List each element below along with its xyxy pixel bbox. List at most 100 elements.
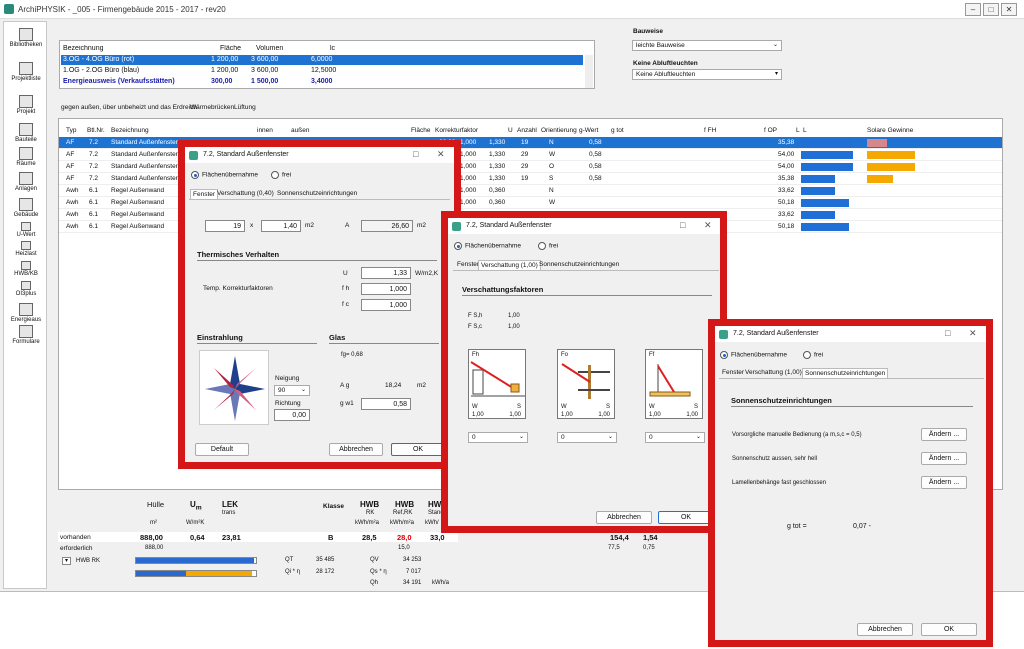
fh-input[interactable]: 1,000: [361, 283, 411, 295]
change-button[interactable]: Ändern ...: [921, 452, 967, 465]
grid-cell-anz: 29: [521, 151, 529, 158]
bauweise-select[interactable]: leichte Bauweise ⌄: [632, 40, 782, 51]
tab-waermebruecken[interactable]: Wärmebrücken: [190, 104, 234, 111]
tab-verschattung[interactable]: Verschattung (0,40): [215, 189, 276, 198]
fo-select[interactable]: 0 ⌄: [557, 432, 617, 443]
einstrahlung-title: Einstrahlung: [197, 333, 243, 342]
zones-scrollbar[interactable]: [585, 55, 593, 88]
chevron-down-icon: ⌄: [695, 434, 701, 440]
solar-gain-bar: [867, 163, 915, 171]
sidebar-item-raeume[interactable]: Räume: [4, 147, 48, 167]
sidebar-item-oi3plus[interactable]: OI3plus: [4, 281, 48, 297]
grid-cell-u: 0,360: [489, 187, 506, 194]
neigung-select[interactable]: 90 ⌄: [274, 385, 310, 396]
close-icon[interactable]: ✕: [704, 220, 712, 231]
change-button[interactable]: Ändern ...: [921, 476, 967, 489]
fo-select-value: 0: [561, 434, 565, 441]
radio-frei[interactable]: frei: [271, 171, 291, 179]
radio-frei[interactable]: frei: [538, 242, 558, 250]
tab-sonnenschutz[interactable]: Sonnenschutzeinrichtungen: [275, 189, 359, 198]
grid-cell-g: 0,58: [589, 151, 602, 158]
default-button[interactable]: Default: [195, 443, 249, 456]
abluft-select[interactable]: Keine Abluftleuchten ▾: [632, 69, 782, 80]
sidebar-item-formulare[interactable]: Formulare: [4, 325, 48, 345]
zones-row[interactable]: Energieausweis (Verkaufsstätten) 300,00 …: [61, 77, 583, 87]
grid-header-ffh: f FH: [704, 127, 717, 134]
tab-sonnenschutz[interactable]: Sonnenschutzeinrichtungen: [537, 260, 621, 269]
maximize-icon[interactable]: □: [680, 220, 685, 230]
sidebar-item-anlagen[interactable]: Anlagen: [4, 172, 48, 192]
qh-label: Qh: [370, 580, 379, 586]
width-input[interactable]: 19: [205, 220, 245, 232]
summary-um: Um: [190, 500, 202, 512]
sidebar-item-energieausweis[interactable]: Energieaus: [4, 303, 48, 323]
loss-bar: [801, 187, 835, 195]
grid-cell-typ: AF: [66, 175, 75, 182]
maximize-button[interactable]: □: [983, 3, 999, 16]
fh-label: f h: [342, 285, 350, 292]
cancel-button[interactable]: Abbrechen: [857, 623, 913, 636]
tab-aussen[interactable]: gegen außen, über unbeheizt und das Erdr…: [61, 104, 197, 111]
minimize-button[interactable]: –: [965, 3, 981, 16]
zones-row[interactable]: 3.OG - 4.OG Büro (rot) 1 200,00 3 600,00…: [61, 55, 583, 65]
grid-cell-anz: 19: [521, 175, 529, 182]
fh-select[interactable]: 0 ⌄: [468, 432, 528, 443]
change-button[interactable]: Ändern ...: [921, 428, 967, 441]
tab-lueftung[interactable]: Lüftung: [234, 104, 256, 111]
dialog-sonnenschutz: 7.2, Standard Außenfenster □ ✕ Flächenüb…: [708, 319, 993, 647]
tab-verschattung[interactable]: Verschattung (1,00): [743, 368, 804, 377]
window-icon: [189, 151, 198, 160]
sidebar-item-gebaeude[interactable]: Gebäude: [4, 198, 48, 218]
grid-cell-g: 0,58: [589, 163, 602, 170]
hwb-rk-bar: [135, 557, 257, 564]
radio-frei[interactable]: frei: [803, 351, 823, 359]
ok-button[interactable]: OK: [391, 443, 445, 456]
sidebar-item-bibliotheken[interactable]: Bibliotheken: [4, 28, 48, 48]
sidebar-item-projekt[interactable]: Projekt: [4, 95, 48, 115]
close-icon[interactable]: ✕: [437, 149, 445, 160]
sidebar-item-uwert[interactable]: U-Wert: [4, 222, 48, 238]
zone-area: 1 200,00: [211, 67, 239, 74]
tab-sonnenschutz[interactable]: Sonnenschutzeinrichtungen: [802, 368, 889, 378]
radio-flaechenuebernahme[interactable]: Flächenübernahme: [454, 242, 521, 250]
sidebar-item-projektliste[interactable]: Projektliste: [4, 62, 48, 82]
radio-flaechenuebernahme[interactable]: Flächenübernahme: [720, 351, 787, 359]
cancel-button[interactable]: Abbrechen: [596, 511, 652, 524]
tab-verschattung[interactable]: Verschattung (1,00): [478, 260, 541, 270]
fc-input[interactable]: 1,000: [361, 299, 411, 311]
maximize-icon[interactable]: □: [413, 149, 418, 159]
radio-flaechenuebernahme[interactable]: Flächenübernahme: [191, 171, 258, 179]
fig-label: Fo: [561, 352, 569, 358]
fig-wv: 1,00: [649, 412, 661, 418]
verschattung-title: Verschattungsfaktoren: [462, 285, 544, 294]
fig-w: W: [561, 404, 567, 410]
grid-header-fop: f OP: [764, 127, 778, 134]
fc-label: f c: [342, 301, 349, 308]
sidebar-item-hwbkb[interactable]: HWB/KB: [4, 261, 48, 277]
close-button[interactable]: ✕: [1001, 3, 1017, 16]
height-input[interactable]: 1,40: [261, 220, 301, 232]
zones-row[interactable]: 1.OG - 2.OG Büro (blau) 1 200,00 3 600,0…: [61, 66, 583, 76]
sidebar-item-bauteile[interactable]: Bauteile: [4, 123, 48, 143]
ff-figure: Ff W S 1,00 1,00: [645, 349, 703, 419]
ff-select[interactable]: 0 ⌄: [645, 432, 705, 443]
chevron-down-icon[interactable]: ▾: [62, 557, 71, 565]
richtung-input[interactable]: 0,00: [274, 409, 310, 421]
vorhanden-huelle: 888,00: [140, 533, 163, 542]
sidebar-item-heizlast[interactable]: Heizlast: [4, 241, 48, 257]
gw-input[interactable]: 0,58: [361, 398, 411, 410]
maximize-icon[interactable]: □: [945, 328, 950, 338]
bauweise-value: leichte Bauweise: [636, 42, 685, 49]
ok-button[interactable]: OK: [921, 623, 977, 636]
cancel-button[interactable]: Abbrechen: [329, 443, 383, 456]
radio-on-icon: [720, 351, 728, 359]
ok-button[interactable]: OK: [658, 511, 714, 524]
u-input[interactable]: 1,33: [361, 267, 411, 279]
a-unit: m2: [417, 222, 427, 229]
tab-fenster[interactable]: Fenster: [190, 189, 219, 199]
radio-on-icon: [191, 171, 199, 179]
zone-name: 1.OG - 2.OG Büro (blau): [63, 67, 140, 74]
horizon-shading-icon: [470, 361, 525, 397]
grid-cell-typ: Awh: [66, 211, 79, 218]
close-icon[interactable]: ✕: [969, 328, 977, 339]
